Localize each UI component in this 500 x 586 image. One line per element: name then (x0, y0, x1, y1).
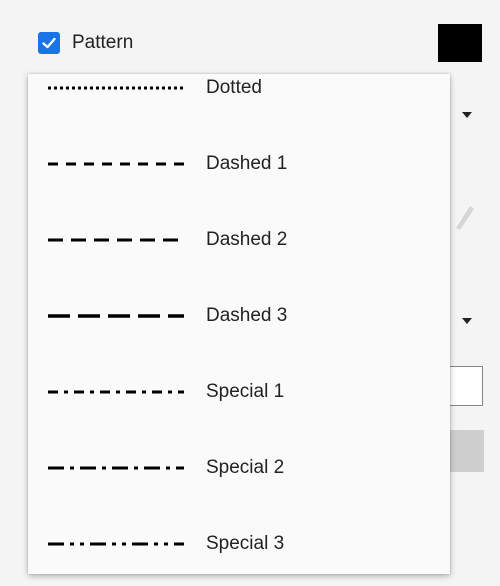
dropdown-arrow-icon[interactable] (462, 318, 472, 324)
menu-item-special-1[interactable]: Special 1 (28, 354, 450, 430)
pattern-label: Pattern (72, 32, 134, 53)
special-3-line-icon (48, 542, 184, 546)
menu-item-dashed-1[interactable]: Dashed 1 (28, 126, 450, 202)
dropdown-arrow-icon[interactable] (462, 112, 472, 118)
pattern-dropdown-menu: Dotted Dashed 1 Dashed 2 Dashed 3 Specia… (28, 74, 450, 574)
menu-item-label: Dashed 3 (206, 305, 288, 326)
menu-item-label: Dotted (206, 77, 262, 98)
color-swatch[interactable] (438, 24, 482, 62)
pattern-toggle[interactable]: Pattern (38, 28, 133, 58)
pattern-checkbox[interactable] (38, 32, 60, 54)
menu-item-label: Special 1 (206, 381, 285, 402)
pencil-icon[interactable] (452, 200, 476, 230)
menu-item-special-2[interactable]: Special 2 (28, 430, 450, 506)
special-2-line-icon (48, 466, 184, 470)
dotted-line-icon (48, 86, 184, 90)
dashed-1-line-icon (48, 162, 184, 166)
menu-item-dashed-3[interactable]: Dashed 3 (28, 278, 450, 354)
menu-item-label: Special 3 (206, 533, 285, 554)
special-1-line-icon (48, 390, 184, 394)
dashed-3-line-icon (48, 314, 184, 318)
checkmark-icon (42, 37, 56, 49)
dashed-2-line-icon (48, 238, 184, 242)
menu-item-special-3[interactable]: Special 3 (28, 506, 450, 574)
menu-item-label: Special 2 (206, 457, 285, 478)
menu-item-label: Dashed 2 (206, 229, 288, 250)
menu-item-dashed-2[interactable]: Dashed 2 (28, 202, 450, 278)
menu-item-dotted[interactable]: Dotted (28, 74, 450, 126)
menu-item-label: Dashed 1 (206, 153, 288, 174)
